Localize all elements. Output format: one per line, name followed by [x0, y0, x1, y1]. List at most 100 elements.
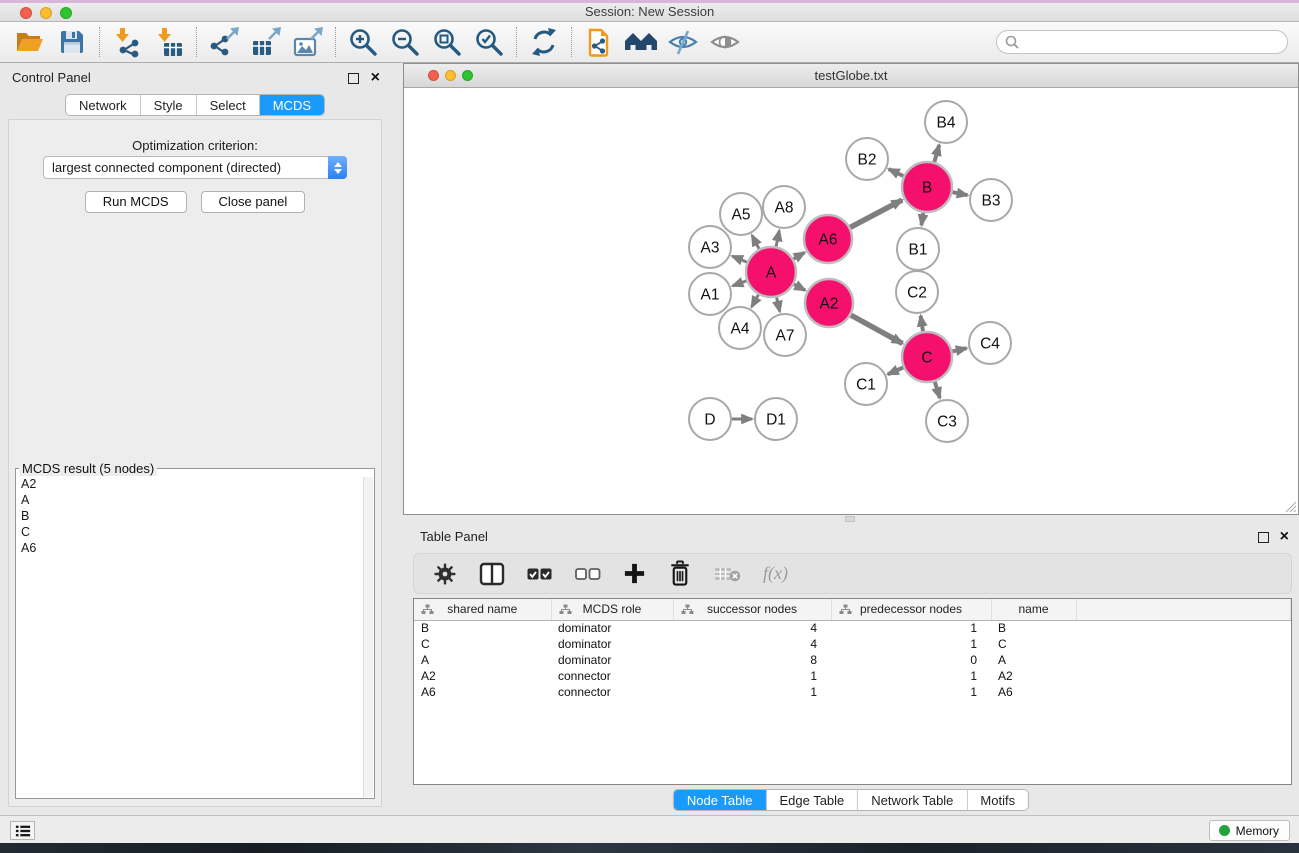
graph-edge-A-A5[interactable] [752, 235, 759, 249]
graph-edge-C-C4[interactable] [952, 348, 966, 351]
tab-edge-table[interactable]: Edge Table [766, 790, 858, 810]
minimize-window-button[interactable] [40, 7, 52, 19]
cell-predecessor[interactable]: 1 [831, 636, 991, 652]
deselect-all-columns-button[interactable] [575, 562, 601, 586]
duplicate-network-button[interactable] [581, 24, 617, 60]
table-settings-button[interactable] [433, 562, 457, 586]
cell-shared-name[interactable]: A6 [414, 684, 551, 700]
graph-edge-A-A1[interactable] [733, 281, 747, 286]
show-panel-button[interactable] [707, 24, 743, 60]
cell-name[interactable]: A2 [991, 668, 1076, 684]
cell-mcds-role[interactable]: connector [551, 684, 673, 700]
search-input[interactable] [1024, 35, 1279, 49]
zoom-in-button[interactable] [345, 24, 381, 60]
export-image-button[interactable] [290, 24, 326, 60]
refresh-layout-button[interactable] [526, 24, 562, 60]
tab-network-table[interactable]: Network Table [858, 790, 967, 810]
graph-edge-A6-B[interactable] [850, 200, 902, 227]
hide-panel-button[interactable] [665, 24, 701, 60]
run-mcds-button[interactable]: Run MCDS [85, 191, 187, 213]
cell-mcds-role[interactable]: connector [551, 668, 673, 684]
graph-edge-B-B2[interactable] [889, 169, 904, 176]
cell-predecessor[interactable]: 1 [831, 620, 991, 636]
task-history-button[interactable] [10, 821, 35, 840]
export-table-button[interactable] [248, 24, 284, 60]
graph-edge-A-A2[interactable] [794, 284, 805, 290]
column-header-predecessor-nodes[interactable]: predecessor nodes [831, 599, 991, 620]
graph-edge-C-C2[interactable] [921, 316, 923, 332]
cell-successor[interactable]: 4 [673, 620, 831, 636]
split-view-button[interactable] [479, 562, 505, 586]
cell-name[interactable]: B [991, 620, 1076, 636]
network-close-button[interactable] [428, 70, 439, 81]
open-session-button[interactable] [12, 24, 48, 60]
close-table-panel-icon[interactable]: × [1280, 528, 1289, 546]
delete-columns-button[interactable] [668, 560, 692, 587]
window-resize-grip[interactable] [1284, 500, 1297, 513]
delete-table-button[interactable] [714, 565, 741, 583]
cell-name[interactable]: A [991, 652, 1076, 668]
zoom-selected-button[interactable] [471, 24, 507, 60]
zoom-out-button[interactable] [387, 24, 423, 60]
close-window-button[interactable] [20, 7, 32, 19]
tab-motifs[interactable]: Motifs [967, 790, 1028, 810]
mcds-result-item[interactable]: C [17, 524, 362, 540]
network-fullscreen-button[interactable] [462, 70, 473, 81]
cell-mcds-role[interactable]: dominator [551, 636, 673, 652]
column-header-name[interactable]: name [991, 599, 1076, 620]
fullscreen-window-button[interactable] [60, 7, 72, 19]
save-session-button[interactable] [54, 24, 90, 60]
function-builder-button[interactable]: f(x) [763, 563, 788, 584]
cell-name[interactable]: A6 [991, 684, 1076, 700]
close-panel-button[interactable]: Close panel [201, 191, 306, 213]
mcds-result-item[interactable]: A2 [17, 476, 362, 492]
mcds-result-item[interactable]: A6 [17, 540, 362, 556]
cell-shared-name[interactable]: C [414, 636, 551, 652]
tab-select[interactable]: Select [197, 95, 260, 115]
criterion-dropdown[interactable]: largest connected component (directed) [43, 156, 347, 179]
cell-name[interactable]: C [991, 636, 1076, 652]
zoom-fit-button[interactable] [429, 24, 465, 60]
export-network-button[interactable] [206, 24, 242, 60]
cell-successor[interactable]: 4 [673, 636, 831, 652]
float-table-panel-icon[interactable] [1258, 532, 1269, 543]
tab-style[interactable]: Style [141, 95, 197, 115]
graph-edge-A-A8[interactable] [776, 231, 779, 247]
cell-predecessor[interactable]: 1 [831, 668, 991, 684]
result-scrollbar[interactable] [363, 477, 373, 797]
cell-mcds-role[interactable]: dominator [551, 620, 673, 636]
cell-successor[interactable]: 1 [673, 684, 831, 700]
import-network-button[interactable] [109, 24, 145, 60]
cell-successor[interactable]: 1 [673, 668, 831, 684]
graph-edge-A2-C[interactable] [851, 315, 903, 343]
mcds-result-item[interactable]: A [17, 492, 362, 508]
import-table-button[interactable] [151, 24, 187, 60]
tab-node-table[interactable]: Node Table [674, 790, 767, 810]
memory-button[interactable]: Memory [1209, 820, 1290, 841]
cell-successor[interactable]: 8 [673, 652, 831, 668]
graph-edge-B-B1[interactable] [921, 213, 923, 226]
tab-network[interactable]: Network [66, 95, 141, 115]
column-header-shared-name[interactable]: shared name [414, 599, 551, 620]
graph-edge-A-A7[interactable] [777, 297, 780, 311]
cell-shared-name[interactable]: B [414, 620, 551, 636]
cell-mcds-role[interactable]: dominator [551, 652, 673, 668]
cell-predecessor[interactable]: 1 [831, 684, 991, 700]
home-networks-button[interactable] [623, 24, 659, 60]
select-all-columns-button[interactable] [527, 562, 553, 586]
column-header-successor-nodes[interactable]: successor nodes [673, 599, 831, 620]
network-canvas[interactable]: B4B2BB3A8A5A6B1A3AA1C2A2A4A7C4CC1C3DD1 [404, 89, 1298, 514]
graph-edge-A-A6[interactable] [794, 253, 805, 260]
close-panel-icon[interactable]: × [371, 69, 380, 87]
cell-shared-name[interactable]: A2 [414, 668, 551, 684]
tab-mcds[interactable]: MCDS [260, 95, 324, 115]
cell-predecessor[interactable]: 0 [831, 652, 991, 668]
graph-edge-B-B3[interactable] [953, 192, 968, 195]
cell-shared-name[interactable]: A [414, 652, 551, 668]
add-column-button[interactable] [623, 562, 646, 585]
graph-edge-C-C1[interactable] [888, 368, 903, 375]
graph-edge-A-A4[interactable] [752, 295, 759, 307]
column-header-mcds-role[interactable]: MCDS role [551, 599, 673, 620]
graph-edge-A-A3[interactable] [732, 256, 747, 262]
mcds-result-item[interactable]: B [17, 508, 362, 524]
